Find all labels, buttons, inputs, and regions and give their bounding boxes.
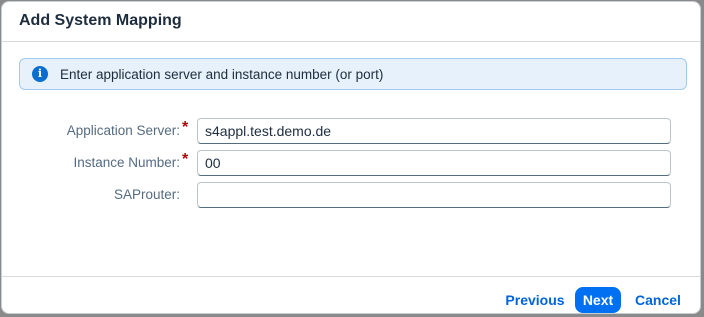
info-icon: i — [32, 66, 48, 82]
dialog-title: Add System Mapping — [19, 12, 182, 29]
application-server-label: Application Server: — [66, 123, 180, 138]
application-server-row: Application Server: * — [2, 118, 700, 144]
required-marker: * — [182, 119, 189, 136]
dialog-footer: Previous Next Cancel — [2, 276, 700, 313]
required-marker: * — [182, 151, 189, 168]
instance-number-row: Instance Number: * — [2, 150, 700, 176]
saprouter-row: SAProuter: — [2, 182, 700, 208]
saprouter-label: SAProuter: — [113, 187, 180, 202]
dialog-header: Add System Mapping — [2, 2, 700, 42]
instance-number-input[interactable] — [197, 150, 671, 176]
info-message-strip: i Enter application server and instance … — [19, 58, 687, 90]
add-system-mapping-dialog: Add System Mapping i Enter application s… — [1, 1, 701, 314]
application-server-input[interactable] — [197, 118, 671, 144]
previous-button[interactable]: Previous — [504, 287, 566, 313]
next-button[interactable]: Next — [575, 287, 621, 313]
info-message-text: Enter application server and instance nu… — [60, 67, 384, 82]
cancel-button[interactable]: Cancel — [632, 287, 684, 313]
instance-number-label: Instance Number: — [73, 155, 180, 170]
saprouter-input[interactable] — [197, 182, 671, 208]
